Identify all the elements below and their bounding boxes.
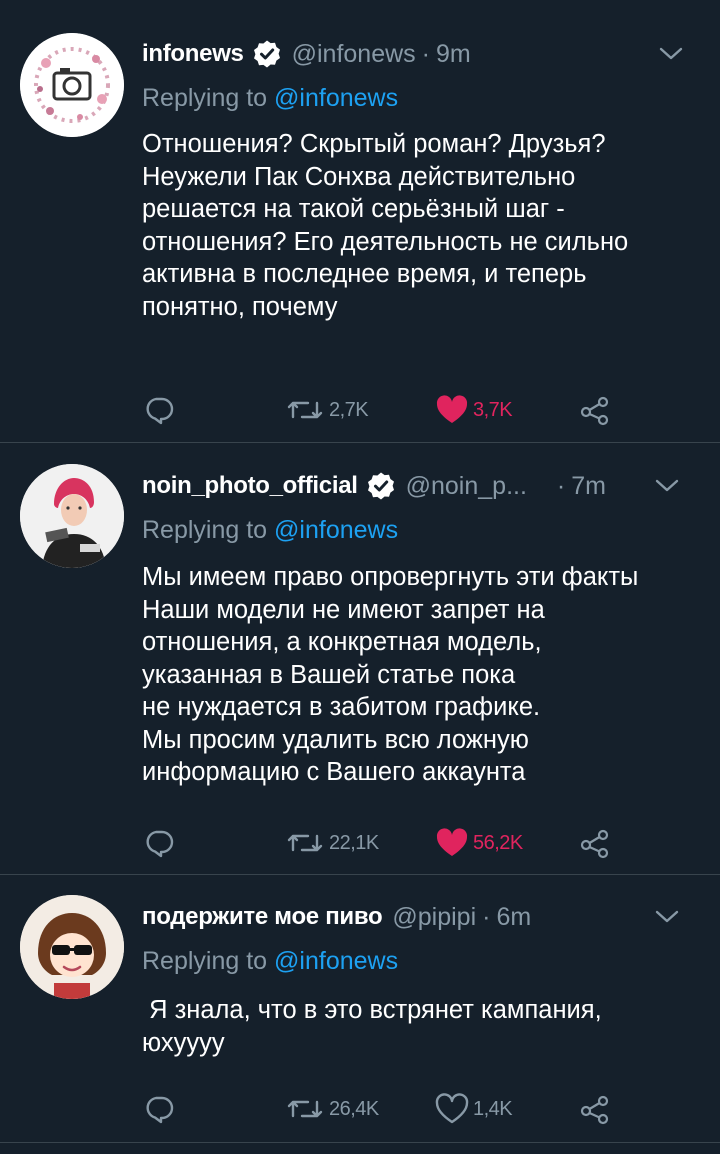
cartoon-avatar-image — [20, 895, 124, 999]
like-button[interactable]: 1,4K — [435, 1089, 513, 1129]
tweet[interactable]: noin_photo_official @noin_p... · 7m Repl… — [0, 443, 720, 875]
verified-badge-icon — [366, 471, 396, 501]
tweet-text: Я знала, что в это встрянет кампания, юх… — [142, 994, 702, 1059]
avatar[interactable] — [20, 895, 124, 999]
retweet-count: 22,1K — [329, 831, 379, 854]
replying-to: Replying to @infonews — [142, 516, 398, 545]
tweet-text-line: информацию с Вашего аккаунта — [142, 758, 526, 786]
tweet-text-line: решается на такой серьёзный шаг - — [142, 195, 565, 223]
tweet-actions: 26,4K 1,4K — [142, 1089, 720, 1129]
tweet-text-line: юхуууу — [142, 1028, 225, 1057]
replying-to-label: Replying to — [142, 947, 275, 975]
tweet-text-line: не нуждается в забитом графике. — [142, 693, 541, 721]
user-handle[interactable]: @pipipi — [392, 903, 476, 932]
tweet-text-line: указанная в Вашей статье пока — [142, 660, 516, 689]
retweet-button[interactable]: 26,4K — [285, 1089, 379, 1129]
chevron-down-icon[interactable] — [652, 470, 682, 500]
share-icon — [578, 826, 612, 860]
retweet-icon — [285, 393, 325, 427]
tweet-text-line: отношения? Его деятельность не сильно — [142, 227, 629, 256]
mention-link[interactable]: @infonews — [274, 516, 398, 544]
reply-icon — [142, 1092, 176, 1126]
tweet-actions: 22,1K 56,2K — [142, 823, 720, 863]
display-name[interactable]: noin_photo_official — [142, 472, 358, 500]
tweet-text-line: Мы просим удалить всю ложную — [142, 725, 529, 754]
tweet-text-line: понятно, почему — [142, 292, 338, 321]
display-name[interactable]: infonews — [142, 40, 244, 68]
user-handle[interactable]: @infonews — [292, 40, 416, 69]
timestamp[interactable]: 6m — [496, 903, 531, 932]
reply-button[interactable] — [142, 1089, 176, 1129]
retweet-count: 2,7K — [329, 398, 369, 421]
retweet-icon — [285, 1092, 325, 1126]
like-count: 3,7K — [473, 398, 513, 421]
user-handle[interactable]: @noin_p... — [406, 472, 527, 501]
reply-button[interactable] — [142, 823, 176, 863]
replying-to: Replying to @infonews — [142, 84, 398, 113]
mention-link[interactable]: @infonews — [274, 84, 398, 112]
tweet-text-line: Я знала, что в это встрянет кампания, — [142, 996, 602, 1024]
heart-icon — [435, 394, 469, 426]
like-button[interactable]: 3,7K — [435, 390, 513, 430]
share-icon — [578, 393, 612, 427]
share-button[interactable] — [578, 823, 612, 863]
tweet-header: подержите мое пиво @pipipi · 6m — [142, 897, 700, 937]
share-button[interactable] — [578, 1089, 612, 1129]
separator-dot: · — [482, 902, 491, 931]
retweet-button[interactable]: 2,7K — [285, 390, 369, 430]
tweet-text: Мы имеем право опровергнуть эти факты На… — [142, 561, 702, 789]
retweet-icon — [285, 826, 325, 860]
tweet-text-line: Наши модели не имеют запрет на — [142, 595, 545, 624]
like-button[interactable]: 56,2K — [435, 823, 523, 863]
mention-link[interactable]: @infonews — [274, 947, 398, 975]
timestamp[interactable]: 7m — [571, 472, 606, 501]
avatar[interactable] — [20, 33, 124, 137]
retweet-button[interactable]: 22,1K — [285, 823, 379, 863]
reply-icon — [142, 826, 176, 860]
tweet-text-line: отношения, а конкретная модель, — [142, 628, 542, 656]
tweet-text: Отношения? Скрытый роман? Друзья? Неужел… — [142, 128, 702, 323]
reply-icon — [142, 393, 176, 427]
person-avatar-image — [20, 464, 124, 568]
tweet-text-line: Неужели Пак Сонхва действительно — [142, 162, 576, 191]
chevron-down-icon[interactable] — [656, 38, 686, 68]
share-icon — [578, 1092, 612, 1126]
replying-to-label: Replying to — [142, 84, 275, 112]
share-button[interactable] — [578, 390, 612, 430]
replying-to: Replying to @infonews — [142, 947, 398, 976]
like-count: 56,2K — [473, 831, 523, 854]
tweet-header: infonews @infonews · 9m — [142, 34, 700, 74]
tweet[interactable]: infonews @infonews · 9m Replying to @inf… — [0, 0, 720, 443]
like-count: 1,4K — [473, 1097, 513, 1120]
heart-icon — [435, 1093, 469, 1125]
separator-dot: · — [556, 471, 566, 500]
tweet[interactable]: подержите мое пиво @pipipi · 6m Replying… — [0, 875, 720, 1143]
tweet-text-line: Отношения? Скрытый роман? Друзья? — [142, 130, 606, 158]
reply-button[interactable] — [142, 390, 176, 430]
display-name[interactable]: подержите мое пиво — [142, 903, 383, 931]
camera-wreath-avatar-image — [20, 33, 124, 137]
tweet-actions: 2,7K 3,7K — [142, 390, 720, 430]
tweet-text-line: активна в последнее время, и теперь — [142, 260, 587, 288]
retweet-count: 26,4K — [329, 1097, 379, 1120]
timestamp[interactable]: 9m — [436, 40, 471, 69]
tweet-text-line: Мы имеем право опровергнуть эти факты — [142, 563, 639, 591]
separator-dot: · — [421, 39, 430, 68]
tweet-header: noin_photo_official @noin_p... · 7m — [142, 466, 700, 506]
verified-badge-icon — [252, 39, 282, 69]
chevron-down-icon[interactable] — [652, 901, 682, 931]
avatar[interactable] — [20, 464, 124, 568]
replying-to-label: Replying to — [142, 516, 275, 544]
heart-icon — [435, 827, 469, 859]
